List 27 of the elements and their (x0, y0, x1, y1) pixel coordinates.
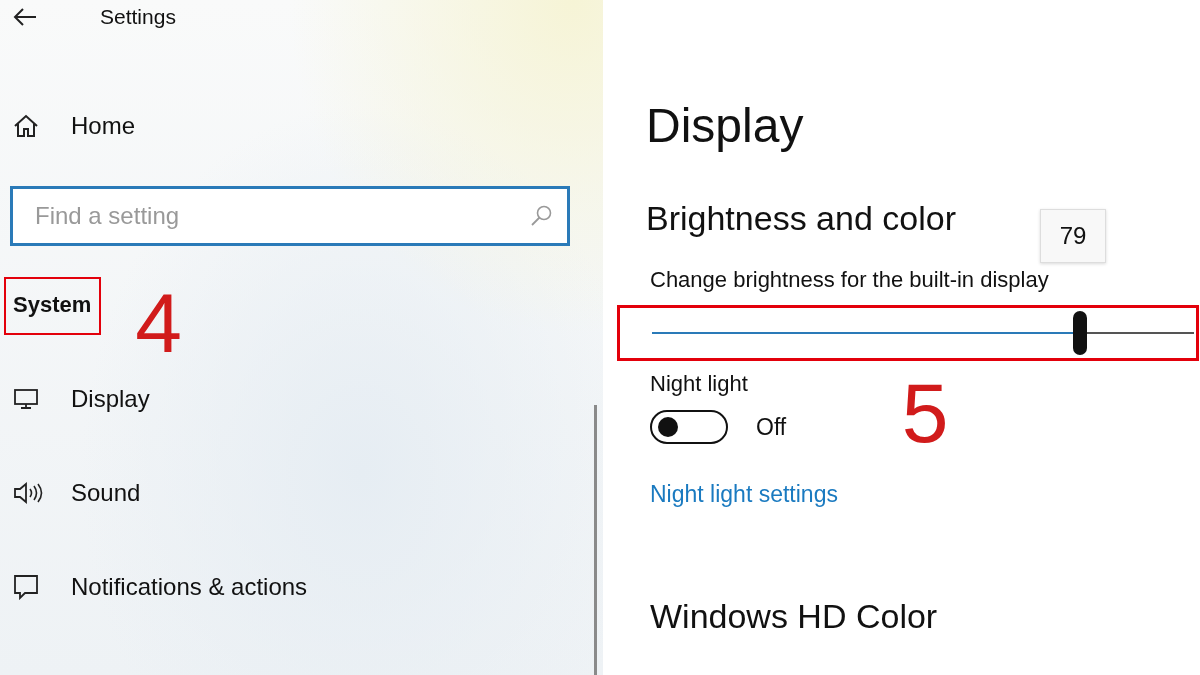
back-arrow-icon[interactable] (13, 7, 37, 27)
window-title: Settings (100, 5, 176, 29)
nav-item[interactable]: Sound (0, 473, 603, 513)
nav-item[interactable]: Display (0, 379, 603, 419)
speaker-icon (13, 481, 43, 505)
setting-label: Night light (650, 371, 748, 397)
search-icon (529, 204, 553, 228)
group-title: Windows HD Color (650, 596, 938, 636)
step-number: 4 (135, 281, 182, 365)
slider-thumb[interactable] (1073, 311, 1088, 355)
message-icon (13, 574, 39, 600)
search-field[interactable]: Find a setting (10, 186, 570, 246)
page-title: Display (646, 98, 805, 154)
scrollbar[interactable] (594, 405, 597, 675)
group-title: Brightness and color (646, 198, 956, 238)
home-icon (13, 114, 39, 138)
section-heading: System (4, 277, 102, 335)
toggle-state: Off (756, 413, 787, 441)
nav-item[interactable]: Home (0, 106, 603, 146)
slider-label: Change brightness for the built-in display (650, 267, 1050, 293)
monitor-icon (13, 388, 39, 410)
nav-item[interactable]: Notifications & actions (0, 567, 603, 607)
settings-link[interactable]: Night light settings (650, 481, 838, 508)
step-number: 5 (901, 371, 949, 455)
value-tooltip: 79 (1040, 209, 1106, 263)
brightness-slider[interactable] (652, 311, 1194, 355)
toggle-switch[interactable] (650, 410, 728, 444)
